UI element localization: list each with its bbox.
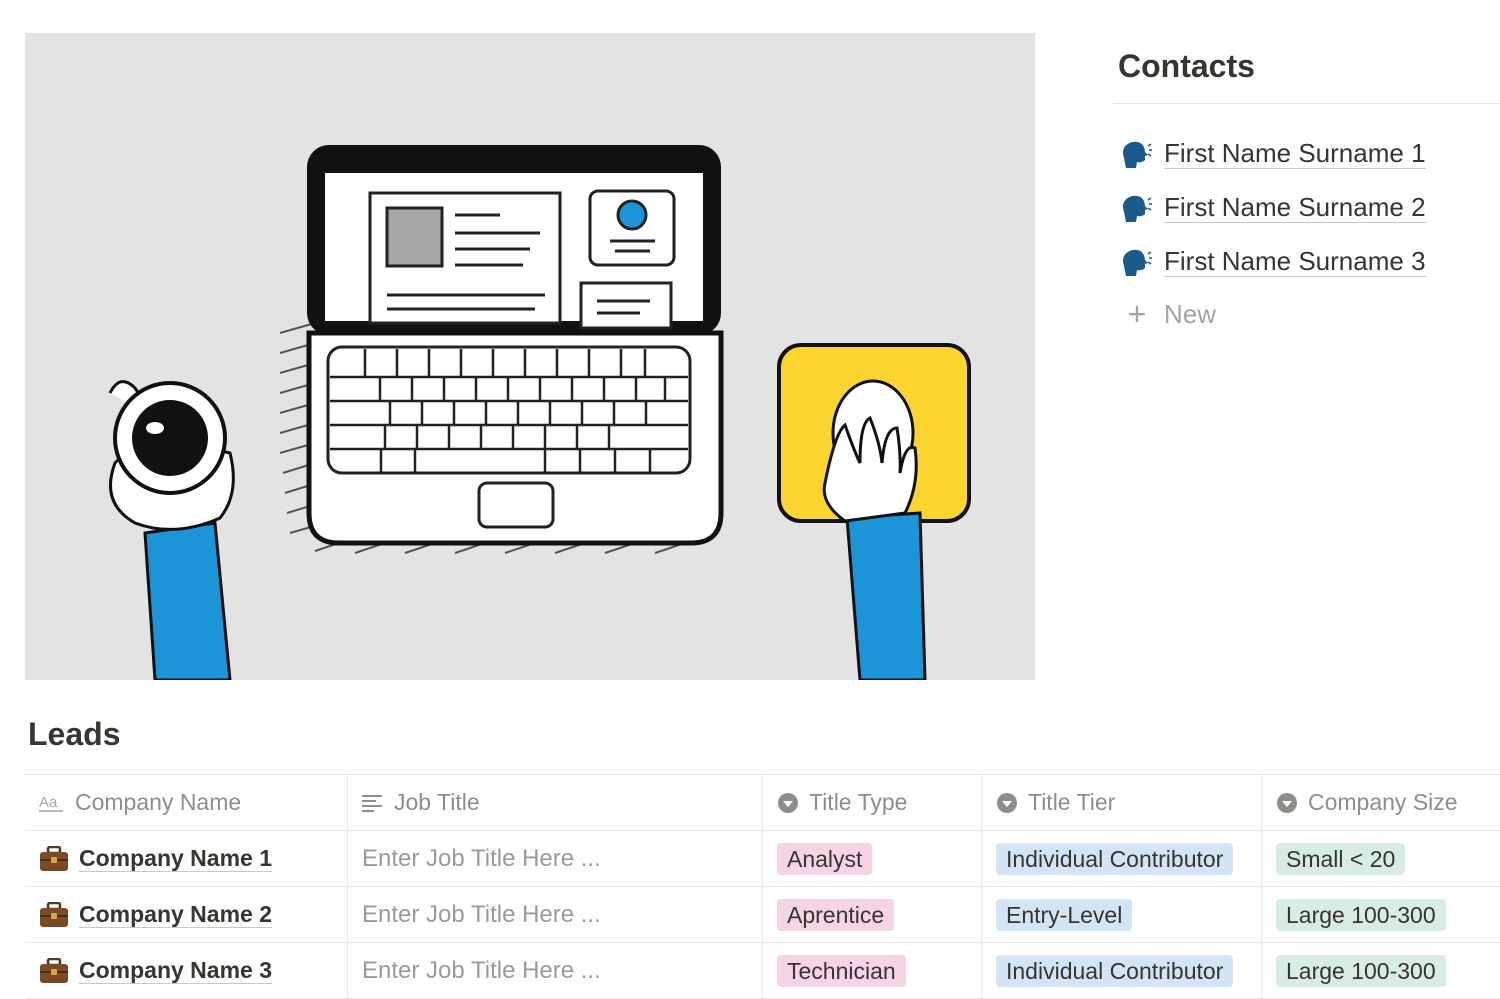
title-type-tag: Analyst	[777, 842, 873, 875]
company-size-cell[interactable]: Small < 20	[1262, 831, 1500, 886]
text-property-icon	[362, 794, 384, 812]
cover-illustration	[25, 33, 1035, 680]
title-tier-cell[interactable]: Individual Contributor	[982, 943, 1262, 998]
contact-list: First Name Surname 1 First Name Surname …	[1113, 104, 1500, 340]
column-label: Company Name	[75, 789, 242, 815]
column-label: Title Tier	[1028, 789, 1116, 815]
job-title-cell[interactable]: Enter Job Title Here ...	[348, 887, 763, 942]
title-type-cell[interactable]: Analyst	[763, 831, 982, 886]
company-name-cell[interactable]: Company Name 1	[25, 831, 348, 886]
title-type-tag: Technician	[777, 954, 906, 987]
company-name[interactable]: Company Name 1	[79, 845, 273, 872]
company-size-tag: Small < 20	[1276, 842, 1406, 875]
job-title-placeholder: Enter Job Title Here ...	[362, 900, 601, 928]
column-header-title-type[interactable]: Title Type	[763, 775, 982, 830]
company-size-tag: Large 100-300	[1276, 954, 1446, 987]
briefcase-icon	[39, 901, 69, 928]
contact-item[interactable]: First Name Surname 1	[1113, 126, 1500, 180]
company-name-cell[interactable]: Company Name 2	[25, 887, 348, 942]
table-row[interactable]: Company Name 2 Enter Job Title Here ... …	[25, 887, 1500, 943]
speaking-head-icon	[1118, 242, 1156, 280]
briefcase-icon	[39, 845, 69, 872]
contact-name[interactable]: First Name Surname 2	[1164, 192, 1426, 223]
company-size-tag: Large 100-300	[1276, 898, 1446, 931]
contact-item[interactable]: First Name Surname 2	[1113, 180, 1500, 234]
contact-item[interactable]: First Name Surname 3	[1113, 234, 1500, 288]
title-tier-tag: Entry-Level	[996, 898, 1133, 931]
title-type-tag: Aprentice	[777, 898, 895, 931]
table-header: Aa Company Name Job Title Title Type Tit…	[25, 775, 1500, 831]
title-tier-cell[interactable]: Entry-Level	[982, 887, 1262, 942]
company-name[interactable]: Company Name 2	[79, 901, 273, 928]
plus-icon: +	[1127, 296, 1147, 332]
new-label: New	[1164, 298, 1217, 329]
company-size-cell[interactable]: Large 100-300	[1262, 943, 1500, 998]
title-type-cell[interactable]: Technician	[763, 943, 982, 998]
column-label: Title Type	[809, 789, 908, 815]
column-header-title-tier[interactable]: Title Tier	[982, 775, 1262, 830]
title-tier-cell[interactable]: Individual Contributor	[982, 831, 1262, 886]
laptop-desk-illustration	[108, 145, 971, 680]
job-title-cell[interactable]: Enter Job Title Here ...	[348, 943, 763, 998]
column-header-company-size[interactable]: Company Size	[1262, 775, 1500, 830]
company-name[interactable]: Company Name 3	[79, 957, 273, 984]
job-title-placeholder: Enter Job Title Here ...	[362, 956, 601, 984]
table-row[interactable]: Company Name 3 Enter Job Title Here ... …	[25, 943, 1500, 999]
title-tier-tag: Individual Contributor	[996, 842, 1234, 875]
title-type-cell[interactable]: Aprentice	[763, 887, 982, 942]
contacts-title: Contacts	[1113, 40, 1500, 104]
column-header-job-title[interactable]: Job Title	[348, 775, 763, 830]
speaking-head-icon	[1118, 134, 1156, 172]
table-row[interactable]: Company Name 1 Enter Job Title Here ... …	[25, 831, 1500, 887]
company-name-cell[interactable]: Company Name 3	[25, 943, 348, 998]
job-title-cell[interactable]: Enter Job Title Here ...	[348, 831, 763, 886]
new-contact-button[interactable]: + New	[1113, 288, 1500, 340]
svg-text:Aa: Aa	[39, 794, 58, 811]
contacts-panel: Contacts First Name Surname 1 First Name…	[1113, 40, 1500, 340]
select-property-icon	[1276, 792, 1298, 814]
select-property-icon	[996, 792, 1018, 814]
title-property-icon: Aa	[39, 793, 65, 813]
column-label: Job Title	[394, 789, 480, 815]
title-tier-tag: Individual Contributor	[996, 954, 1234, 987]
speaking-head-icon	[1118, 188, 1156, 226]
select-property-icon	[777, 792, 799, 814]
company-size-cell[interactable]: Large 100-300	[1262, 887, 1500, 942]
leads-table: Aa Company Name Job Title Title Type Tit…	[25, 774, 1500, 999]
leads-title: Leads	[28, 716, 121, 752]
contact-name[interactable]: First Name Surname 1	[1164, 138, 1426, 169]
contact-name[interactable]: First Name Surname 3	[1164, 246, 1426, 277]
briefcase-icon	[39, 957, 69, 984]
column-label: Company Size	[1308, 789, 1458, 815]
column-header-company-name[interactable]: Aa Company Name	[25, 775, 348, 830]
job-title-placeholder: Enter Job Title Here ...	[362, 844, 601, 872]
